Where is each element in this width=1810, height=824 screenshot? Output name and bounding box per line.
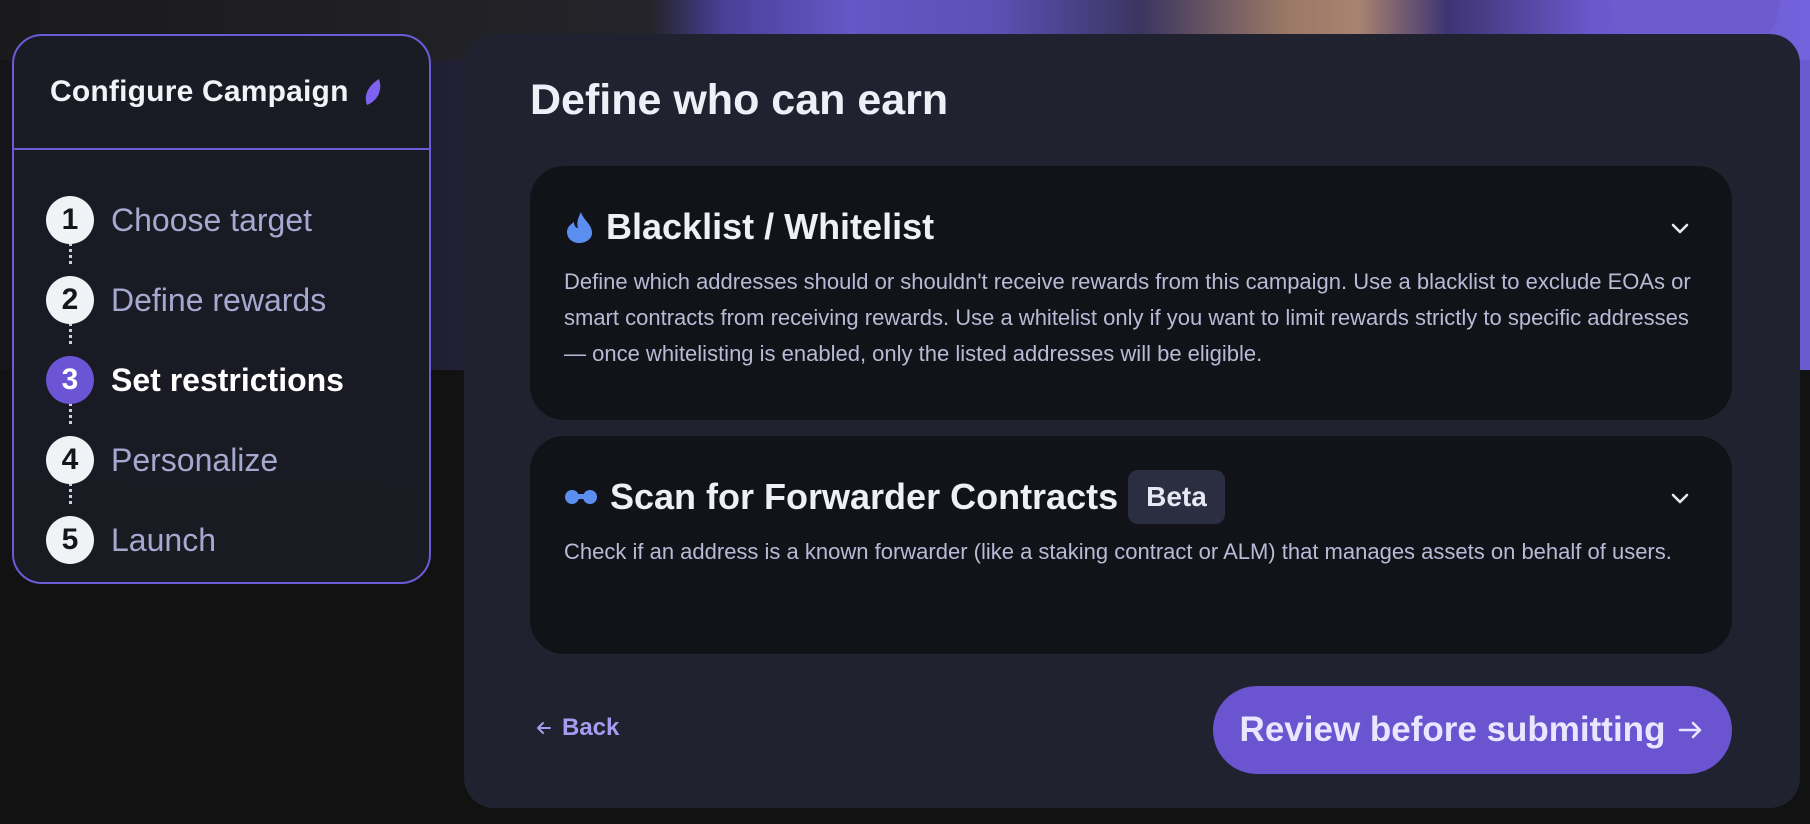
- droplet-icon: [567, 212, 592, 243]
- campaign-stepper: Configure Campaign 1 Choose target 2 Def…: [12, 34, 431, 584]
- step-number: 2: [46, 276, 94, 324]
- step-set-restrictions[interactable]: 3 Set restrictions: [46, 340, 429, 424]
- step-number: 3: [46, 356, 94, 404]
- page-title: Define who can earn: [530, 76, 949, 124]
- chevron-down-icon[interactable]: [1668, 216, 1692, 240]
- leaf-icon: [365, 79, 380, 105]
- chevron-down-icon[interactable]: [1668, 486, 1692, 510]
- step-launch[interactable]: 5 Launch: [46, 500, 429, 580]
- section-header: Scan for Forwarder Contracts Beta: [564, 470, 1225, 524]
- binoculars-icon: [565, 490, 597, 504]
- section-header: Blacklist / Whitelist: [564, 204, 934, 250]
- main-panel: Define who can earn Blacklist / Whitelis…: [464, 34, 1800, 808]
- section-description: Check if an address is a known forwarder…: [564, 539, 1672, 564]
- step-personalize[interactable]: 4 Personalize: [46, 420, 429, 504]
- stepper-header: Configure Campaign: [14, 36, 429, 150]
- back-label: Back: [562, 714, 620, 741]
- stepper-title: Configure Campaign: [50, 75, 349, 108]
- step-number: 1: [46, 196, 94, 244]
- arrow-left-icon: [537, 722, 551, 734]
- forwarder-scan-section[interactable]: Scan for Forwarder Contracts Beta Check …: [530, 436, 1732, 654]
- steps-list: 1 Choose target 2 Define rewards 3 Set r…: [14, 150, 429, 580]
- step-label: Launch: [111, 521, 216, 558]
- step-label: Define rewards: [111, 281, 327, 318]
- step-number: 4: [46, 436, 94, 484]
- beta-badge: Beta: [1128, 470, 1225, 524]
- review-before-submitting-button[interactable]: Review before submitting: [1213, 686, 1732, 774]
- section-title: Scan for Forwarder Contracts: [610, 476, 1119, 517]
- step-label: Set restrictions: [111, 361, 344, 398]
- section-title: Blacklist / Whitelist: [606, 206, 935, 247]
- step-label: Choose target: [111, 201, 313, 238]
- step-label: Personalize: [111, 441, 279, 478]
- step-choose-target[interactable]: 1 Choose target: [46, 180, 429, 264]
- arrow-right-icon: [1679, 721, 1702, 739]
- step-number: 5: [46, 516, 94, 564]
- back-button[interactable]: Back: [534, 714, 619, 742]
- section-description: Define which addresses should or shouldn…: [564, 269, 1691, 366]
- blacklist-whitelist-section[interactable]: Blacklist / Whitelist Define which addre…: [530, 166, 1732, 420]
- step-define-rewards[interactable]: 2 Define rewards: [46, 260, 429, 344]
- review-button-label: Review before submitting: [1239, 710, 1666, 749]
